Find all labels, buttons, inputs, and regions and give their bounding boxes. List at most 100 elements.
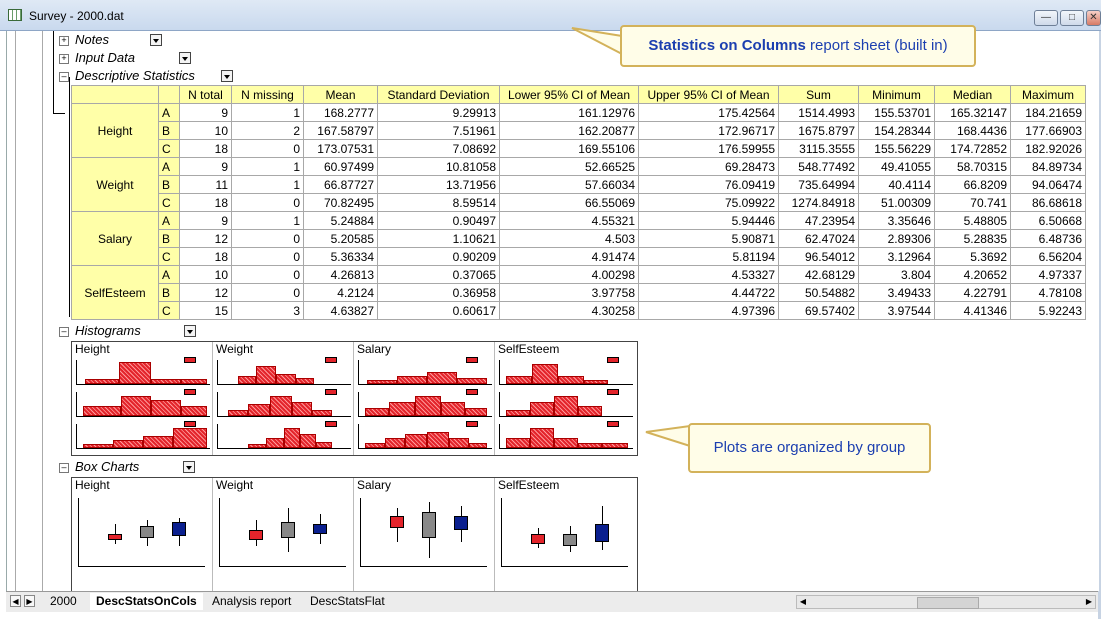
cell[interactable]: 11: [179, 175, 232, 194]
cell[interactable]: 58.70315: [934, 157, 1011, 176]
histogram-plot[interactable]: [358, 421, 492, 449]
cell[interactable]: 69.28473: [638, 157, 779, 176]
cell[interactable]: 5.28835: [934, 229, 1011, 248]
cell[interactable]: 5.3692: [934, 247, 1011, 266]
cell[interactable]: 5.90871: [638, 229, 779, 248]
cell[interactable]: 47.23954: [778, 211, 859, 230]
col-header[interactable]: Standard Deviation: [377, 85, 500, 104]
cell[interactable]: 3.97758: [499, 283, 639, 302]
tab-2000[interactable]: 2000: [44, 593, 83, 610]
cell[interactable]: 9: [179, 157, 232, 176]
cell[interactable]: 40.4114: [858, 175, 935, 194]
cell[interactable]: 84.89734: [1010, 157, 1086, 176]
cell[interactable]: 172.96717: [638, 121, 779, 140]
cell[interactable]: 6.56204: [1010, 247, 1086, 266]
col-header[interactable]: N missing: [231, 85, 304, 104]
tab-analysis-report[interactable]: Analysis report: [206, 593, 297, 610]
cell[interactable]: 4.97396: [638, 301, 779, 320]
cell[interactable]: 96.54012: [778, 247, 859, 266]
box-plot[interactable]: [219, 498, 346, 567]
cell[interactable]: 75.09922: [638, 193, 779, 212]
cell[interactable]: 50.54882: [778, 283, 859, 302]
cell[interactable]: 161.12976: [499, 103, 639, 122]
cell[interactable]: 7.08692: [377, 139, 500, 158]
cell[interactable]: 0: [231, 139, 304, 158]
tab-next-button[interactable]: ▶: [24, 595, 35, 607]
cell[interactable]: 5.24884: [303, 211, 378, 230]
cell[interactable]: 2.89306: [858, 229, 935, 248]
cell[interactable]: 3.804: [858, 265, 935, 284]
cell[interactable]: 182.92026: [1010, 139, 1086, 158]
cell[interactable]: 5.20585: [303, 229, 378, 248]
cell[interactable]: 0: [231, 283, 304, 302]
scroll-left-arrow-icon[interactable]: ◀: [797, 596, 809, 608]
cell[interactable]: 6.48736: [1010, 229, 1086, 248]
horizontal-scrollbar[interactable]: ◀ ▶: [796, 595, 1096, 609]
cell[interactable]: 184.21659: [1010, 103, 1086, 122]
cell[interactable]: 4.20652: [934, 265, 1011, 284]
cell[interactable]: 52.66525: [499, 157, 639, 176]
col-header[interactable]: Mean: [303, 85, 378, 104]
histogram-plot[interactable]: [358, 357, 492, 385]
cell[interactable]: 9: [179, 211, 232, 230]
report-sheet[interactable]: + Notes + Input Data – Descriptive Stati…: [6, 31, 1099, 591]
cell[interactable]: 4.30258: [499, 301, 639, 320]
descriptive-dropdown-button[interactable]: [221, 70, 233, 82]
tab-prev-button[interactable]: ◀: [10, 595, 21, 607]
scroll-thumb[interactable]: [917, 597, 979, 609]
cell[interactable]: 0: [231, 247, 304, 266]
cell[interactable]: 49.41055: [858, 157, 935, 176]
cell[interactable]: 10: [179, 265, 232, 284]
input-data-expand-toggle[interactable]: +: [59, 54, 69, 64]
cell[interactable]: 174.72852: [934, 139, 1011, 158]
cell[interactable]: 0.36958: [377, 283, 500, 302]
cell[interactable]: 57.66034: [499, 175, 639, 194]
cell[interactable]: 18: [179, 139, 232, 158]
col-header[interactable]: Lower 95% CI of Mean: [499, 85, 639, 104]
close-button[interactable]: ✕: [1086, 10, 1101, 26]
cell[interactable]: 165.32147: [934, 103, 1011, 122]
cell[interactable]: 62.47024: [778, 229, 859, 248]
histogram-plot[interactable]: [76, 357, 210, 385]
cell[interactable]: 4.503: [499, 229, 639, 248]
cell[interactable]: 177.66903: [1010, 121, 1086, 140]
cell[interactable]: 70.82495: [303, 193, 378, 212]
cell[interactable]: 10: [179, 121, 232, 140]
restore-button[interactable]: □: [1060, 10, 1084, 26]
box-plot[interactable]: [360, 498, 487, 567]
cell[interactable]: 4.00298: [499, 265, 639, 284]
histogram-plot[interactable]: [217, 357, 351, 385]
cell[interactable]: 154.28344: [858, 121, 935, 140]
cell[interactable]: 13.71956: [377, 175, 500, 194]
histogram-plot[interactable]: [217, 421, 351, 449]
input-data-dropdown-button[interactable]: [179, 52, 191, 64]
cell[interactable]: 162.20877: [499, 121, 639, 140]
cell[interactable]: 168.2777: [303, 103, 378, 122]
box-charts-collapse-toggle[interactable]: –: [59, 463, 69, 473]
cell[interactable]: 0.90497: [377, 211, 500, 230]
cell[interactable]: 168.4436: [934, 121, 1011, 140]
histogram-plot[interactable]: [499, 421, 633, 449]
box-plot[interactable]: [501, 498, 628, 567]
cell[interactable]: 76.09419: [638, 175, 779, 194]
cell[interactable]: 3: [231, 301, 304, 320]
col-header[interactable]: Maximum: [1010, 85, 1086, 104]
histogram-plot[interactable]: [499, 357, 633, 385]
cell[interactable]: 1.10621: [377, 229, 500, 248]
cell[interactable]: 18: [179, 247, 232, 266]
cell[interactable]: 6.50668: [1010, 211, 1086, 230]
histogram-plot[interactable]: [499, 389, 633, 417]
scroll-right-arrow-icon[interactable]: ▶: [1083, 596, 1095, 608]
histogram-plot[interactable]: [217, 389, 351, 417]
cell[interactable]: 69.57402: [778, 301, 859, 320]
cell[interactable]: 86.68618: [1010, 193, 1086, 212]
col-header[interactable]: Minimum: [858, 85, 935, 104]
cell[interactable]: 155.53701: [858, 103, 935, 122]
cell[interactable]: 4.63827: [303, 301, 378, 320]
cell[interactable]: 66.55069: [499, 193, 639, 212]
cell[interactable]: 548.77492: [778, 157, 859, 176]
cell[interactable]: 5.92243: [1010, 301, 1086, 320]
cell[interactable]: 1: [231, 175, 304, 194]
cell[interactable]: 2: [231, 121, 304, 140]
cell[interactable]: 3.35646: [858, 211, 935, 230]
